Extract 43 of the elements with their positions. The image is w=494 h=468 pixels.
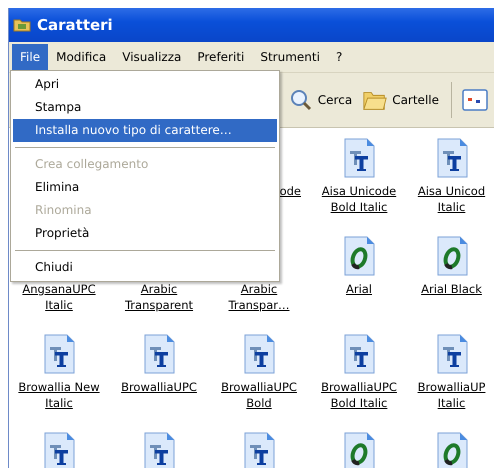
truetype-font-file-icon[interactable]	[43, 432, 75, 468]
truetype-font-file-icon[interactable]	[343, 334, 375, 374]
menu-bar-item[interactable]: Visualizza	[114, 44, 190, 70]
truetype-font-file-icon[interactable]	[343, 138, 375, 178]
opentype-font-file-icon[interactable]	[343, 236, 375, 276]
menu-bar-item[interactable]: Strumenti	[252, 44, 328, 70]
menu-bar-item[interactable]: Preferiti	[189, 44, 252, 70]
menu-item[interactable]: Stampa	[13, 96, 277, 119]
truetype-font-file-icon[interactable]	[436, 138, 468, 178]
menu-item[interactable]: Elimina	[13, 176, 277, 199]
font-name-link[interactable]: Arabic Transpar…	[211, 281, 307, 313]
opentype-font-file-icon[interactable]	[436, 432, 468, 468]
font-name-link[interactable]: BrowalliaUPC Bold	[211, 379, 307, 411]
font-name-link[interactable]: ode	[280, 183, 301, 199]
truetype-font-file-icon[interactable]	[436, 334, 468, 374]
opentype-font-file-icon[interactable]	[343, 432, 375, 468]
font-name-link[interactable]: Browallia New Italic	[11, 379, 107, 411]
folder-icon	[13, 18, 31, 32]
font-name-link[interactable]: Arial	[346, 281, 372, 297]
font-name-link[interactable]: BrowalliaUPC Bold Italic	[311, 379, 407, 411]
font-name-link[interactable]: Arial Black	[421, 281, 482, 297]
truetype-font-file-icon[interactable]	[43, 334, 75, 374]
menu-item[interactable]: Installa nuovo tipo di carattere…	[13, 119, 277, 142]
window-title: Caratteri	[37, 16, 113, 34]
truetype-font-file-icon[interactable]	[143, 432, 175, 468]
truetype-font-file-icon[interactable]	[243, 432, 275, 468]
menu-bar-item[interactable]: File	[12, 44, 48, 70]
font-name-link[interactable]: Aisa Unicod Italic	[409, 183, 494, 215]
font-name-link[interactable]: Arabic Transparent	[111, 281, 207, 313]
menu-bar-item[interactable]: ?	[328, 44, 350, 70]
menu-item[interactable]: Proprietà	[13, 222, 277, 245]
truetype-font-file-icon[interactable]	[243, 334, 275, 374]
search-button[interactable]: Cerca	[284, 86, 356, 114]
font-name-link[interactable]: BrowalliaUPC	[121, 379, 197, 395]
menu-item[interactable]: Apri	[13, 73, 277, 96]
truetype-font-file-icon[interactable]	[143, 334, 175, 374]
menu-item[interactable]: Chiudi	[13, 256, 277, 279]
font-name-link[interactable]: Aisa Unicode Bold Italic	[311, 183, 407, 215]
font-name-link[interactable]: BrowalliaUP Italic	[409, 379, 494, 411]
menu-bar-item[interactable]: Modifica	[48, 44, 114, 70]
opentype-font-file-icon[interactable]	[436, 236, 468, 276]
font-name-link[interactable]: AngsanaUPC Italic	[11, 281, 107, 313]
folders-button[interactable]: Cartelle	[358, 86, 443, 114]
